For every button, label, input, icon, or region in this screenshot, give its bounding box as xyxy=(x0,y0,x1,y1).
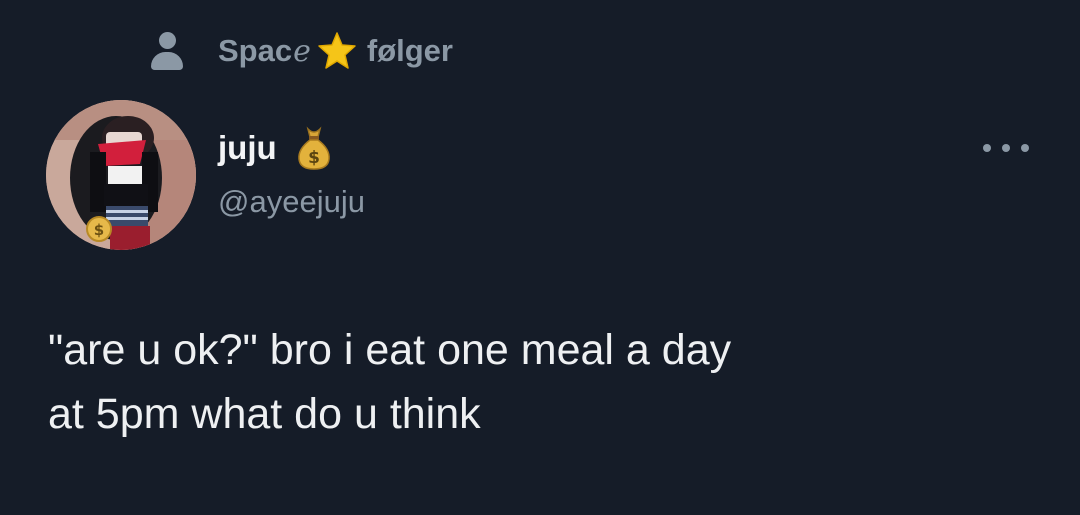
social-context[interactable]: Spac e følger xyxy=(150,26,453,76)
avatar[interactable] xyxy=(46,100,196,250)
tweet-text: "are u ok?" bro i eat one meal a day at … xyxy=(48,326,732,438)
tweet-card[interactable]: Spac e følger $ juju $ @ayeejuju "are u … xyxy=(0,0,1080,515)
context-follows-text: følger xyxy=(366,33,453,68)
context-space-text: Spac xyxy=(218,33,293,68)
person-icon xyxy=(150,31,184,71)
more-dots-icon[interactable] xyxy=(983,136,1029,160)
dollar-coin-icon: $ xyxy=(86,216,112,242)
money-bag-icon: $ xyxy=(297,126,330,170)
context-script-letter: e xyxy=(293,33,311,69)
avatar-image xyxy=(46,100,196,250)
author-name-row[interactable]: juju $ xyxy=(218,124,333,172)
display-name[interactable]: juju xyxy=(218,129,277,167)
author-handle[interactable]: @ayeejuju xyxy=(218,180,365,224)
svg-text:$: $ xyxy=(94,221,104,239)
star-icon xyxy=(318,32,356,69)
svg-text:$: $ xyxy=(308,148,320,168)
